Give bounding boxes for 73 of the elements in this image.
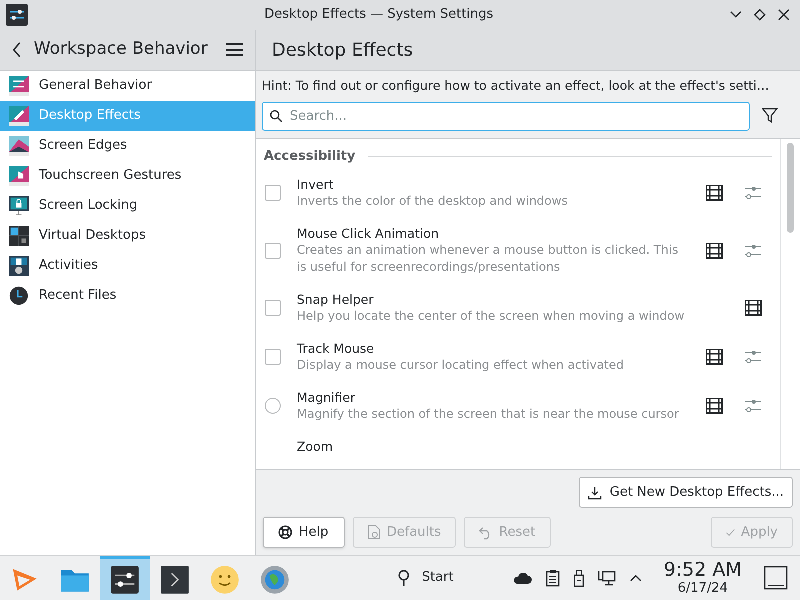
sidebar-item[interactable]: Touchscreen Gestures bbox=[0, 161, 255, 191]
search-icon bbox=[270, 110, 283, 123]
sidebar-item[interactable]: Recent Files bbox=[0, 281, 255, 311]
show-desktop-icon[interactable] bbox=[764, 566, 788, 590]
settings-app-icon bbox=[6, 4, 28, 26]
sidebar-item[interactable]: Activities bbox=[0, 251, 255, 281]
sidebar-item[interactable]: Virtual Desktops bbox=[0, 221, 255, 251]
checkbox[interactable] bbox=[265, 242, 281, 259]
effect-name: Mouse Click Animation bbox=[297, 225, 440, 242]
film-icon[interactable] bbox=[706, 398, 723, 414]
scrollbar-handle[interactable] bbox=[787, 142, 794, 233]
taskbar-button[interactable] bbox=[100, 556, 150, 600]
checkbox[interactable] bbox=[265, 300, 281, 316]
sidebar-title: Workspace Behavior bbox=[34, 38, 209, 62]
minimize-icon[interactable] bbox=[730, 11, 742, 19]
film-icon[interactable] bbox=[706, 185, 723, 202]
wand-icon bbox=[9, 106, 29, 126]
filter-icon[interactable] bbox=[762, 108, 778, 124]
clock-date[interactable]: 6/17/24 bbox=[678, 582, 728, 595]
effect-description: Help you locate the center of the screen when moving a window bbox=[297, 308, 686, 326]
checkbox[interactable] bbox=[265, 349, 281, 366]
padlock-monitor-icon bbox=[9, 196, 29, 216]
network-icon[interactable] bbox=[598, 570, 616, 586]
film-icon[interactable] bbox=[706, 242, 723, 259]
clock-icon bbox=[9, 286, 29, 306]
film-icon[interactable] bbox=[706, 349, 723, 366]
pin-icon bbox=[398, 570, 410, 586]
configure-icon[interactable] bbox=[744, 399, 762, 414]
window-title: Desktop Effects — System Settings bbox=[263, 6, 495, 24]
clipboard-icon[interactable] bbox=[546, 570, 560, 586]
cloud-sync-icon[interactable] bbox=[512, 571, 532, 585]
search-field[interactable]: Search... bbox=[262, 102, 750, 131]
download-icon bbox=[588, 486, 602, 500]
effect-description: Inverts the color of the desktop and windows bbox=[297, 193, 569, 210]
page-title: Desktop Effects bbox=[272, 38, 414, 62]
maximize-icon[interactable] bbox=[754, 9, 766, 21]
checkbox[interactable] bbox=[265, 185, 281, 202]
sidebar-item[interactable]: Screen Edges bbox=[0, 131, 255, 161]
configure-icon[interactable] bbox=[744, 244, 762, 258]
document-icon bbox=[368, 525, 381, 540]
section-heading: Accessibility bbox=[264, 148, 356, 166]
effect-description: Display a mouse cursor locating effect when activated bbox=[297, 357, 626, 374]
start-label[interactable]: Start bbox=[422, 568, 454, 588]
effect-description: Magnify the section of the screen that is near the mouse cursor bbox=[297, 406, 680, 424]
usb-drive-icon[interactable] bbox=[574, 570, 584, 586]
back-icon[interactable] bbox=[12, 42, 22, 58]
effect-name: Zoom bbox=[297, 438, 334, 456]
checkmark-icon bbox=[726, 526, 736, 538]
hint-text: Hint: To find out or configure how to activate an effect, look at the effect's setti… bbox=[262, 77, 770, 95]
help-button[interactable]: Help bbox=[263, 517, 345, 548]
desktop-grid-icon bbox=[9, 226, 29, 246]
configure-icon[interactable] bbox=[744, 350, 762, 364]
menu-icon[interactable] bbox=[226, 43, 243, 57]
close-icon[interactable] bbox=[778, 9, 790, 21]
effect-name: Snap Helper bbox=[297, 291, 374, 308]
effect-name: Invert bbox=[297, 176, 334, 194]
film-icon[interactable] bbox=[745, 300, 762, 316]
effect-name: Magnifier bbox=[297, 389, 356, 406]
sliders-icon bbox=[9, 76, 29, 96]
clock-time[interactable]: 9:52 AM bbox=[664, 561, 742, 580]
configure-icon[interactable] bbox=[744, 186, 762, 200]
smiley-icon bbox=[210, 564, 240, 594]
screen-edges-icon bbox=[9, 136, 29, 156]
sliders-icon bbox=[110, 564, 140, 594]
get-new-effects-button[interactable]: Get New Desktop Effects... bbox=[578, 477, 793, 508]
effect-description: Creates an animation whenever a mouse button is clicked. This is useful for screenrecordings/presentations bbox=[297, 242, 680, 276]
sidebar-item[interactable]: General Behavior bbox=[0, 71, 255, 101]
radio-button[interactable] bbox=[265, 398, 281, 414]
effect-name: Track Mouse bbox=[297, 340, 374, 358]
lifebuoy-icon bbox=[278, 525, 293, 540]
sidebar-item[interactable]: Screen Locking bbox=[0, 191, 255, 221]
expand-tray-icon[interactable] bbox=[630, 574, 642, 582]
terminal-icon bbox=[160, 564, 190, 594]
